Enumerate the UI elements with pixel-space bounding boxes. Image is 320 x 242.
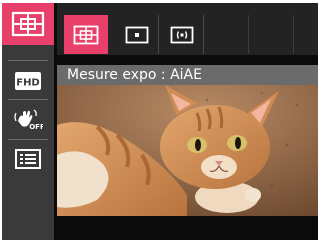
metering-options-bar [57, 3, 318, 55]
menu-item-stabilizer[interactable]: OFF [2, 104, 54, 134]
option-metering-aiae[interactable] [64, 15, 108, 54]
metering-mode-label: Mesure expo : AiAE [67, 67, 202, 83]
metering-icon [11, 11, 45, 37]
fhd-label: FHD [16, 78, 40, 89]
option-label-bar: Mesure expo : AiAE [57, 65, 318, 85]
option-metering-spot[interactable] [160, 15, 204, 54]
stabilizer-off-icon: OFF [14, 109, 43, 131]
menu-divider [8, 139, 48, 140]
menu-item-metering[interactable] [2, 3, 54, 45]
live-preview [57, 85, 318, 216]
metering-center-icon [125, 26, 148, 43]
stabilizer-off-label: OFF [29, 123, 43, 131]
option-slot-empty [205, 15, 249, 54]
menu-divider [8, 99, 48, 100]
metering-spot-icon [170, 26, 193, 43]
menu-list-icon [15, 149, 41, 169]
option-slot-empty [250, 15, 294, 54]
menu-item-video-size[interactable]: FHD [2, 67, 54, 95]
side-menu: FHD OFF [2, 3, 54, 240]
cat-photo [57, 85, 318, 216]
metering-aiae-icon [73, 25, 99, 44]
menu-divider [8, 60, 48, 61]
option-slot-empty [295, 15, 318, 54]
menu-item-settings[interactable] [2, 146, 54, 172]
option-metering-center[interactable] [115, 15, 159, 54]
camera-screen: FHD OFF Mesure expo: AiAE [2, 3, 318, 240]
video-fhd-icon: FHD [15, 72, 41, 90]
